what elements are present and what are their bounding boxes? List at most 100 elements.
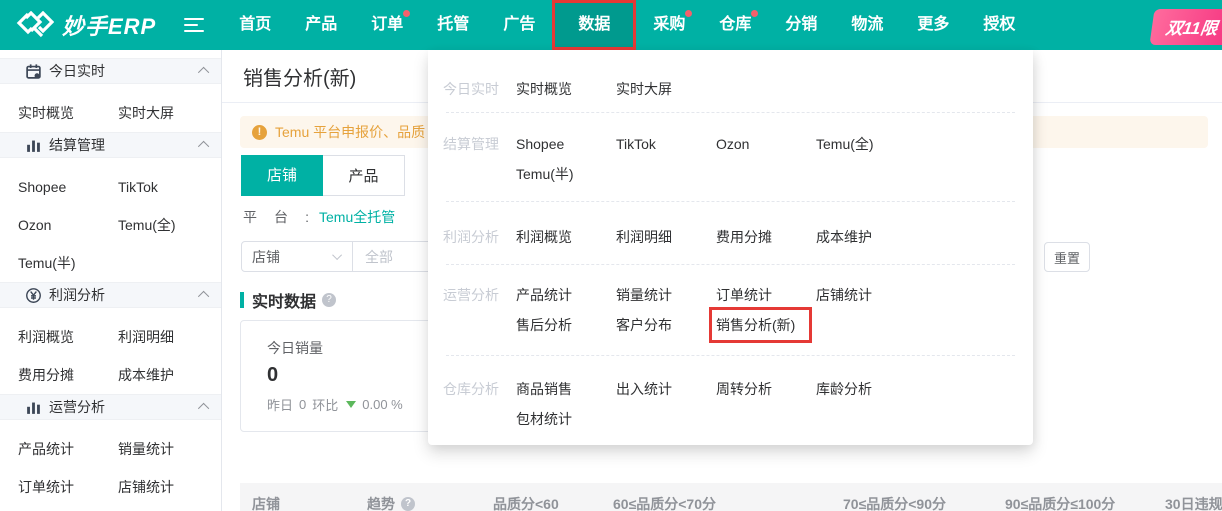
dropdown-group-label: 利润分析 <box>443 229 499 245</box>
yesterday-value: 0 <box>299 397 307 412</box>
sidebar-section-profit[interactable]: 利润分析 <box>0 282 221 308</box>
nav-item-data[interactable]: 数据 <box>552 0 637 50</box>
sidebar-section-settlement[interactable]: 结算管理 <box>0 132 221 158</box>
data-mega-dropdown: 今日实时 实时概览 实时大屏 结算管理 Shopee TikTok Ozon T… <box>428 50 1033 445</box>
warning-icon: ! <box>252 124 267 140</box>
sidebar: 今日实时 实时概览 实时大屏 结算管理 Shopee TikTok Ozon T… <box>0 50 222 511</box>
sidebar-item-cost-maintenance[interactable]: 成本维护 <box>100 365 200 385</box>
notification-dot <box>403 10 411 17</box>
annotation-red-box: 销售分析(新) <box>708 307 813 343</box>
nav-item-home[interactable]: 首页 <box>222 0 288 50</box>
dropdown-group-label: 仓库分析 <box>443 381 499 397</box>
help-icon[interactable]: ? <box>401 497 415 511</box>
menu-item-goods-sales[interactable]: 商品销售 <box>516 374 616 404</box>
col-trend: 趋势 ? <box>367 494 415 511</box>
platform-value-link[interactable]: Temu全托管 <box>319 207 395 227</box>
view-tabs: 店铺 产品 <box>241 155 405 196</box>
yesterday-label: 昨日 <box>267 398 294 413</box>
menu-item-temu-full[interactable]: Temu(全) <box>816 129 916 159</box>
col-quality-70-90: 70≤品质分<90分 <box>843 496 947 511</box>
warning-text: Temu 平台申报价、品质 <box>275 124 426 140</box>
menu-item-cost-allocation[interactable]: 费用分摊 <box>716 222 816 252</box>
platform-row: 平台: Temu全托管 <box>243 207 395 227</box>
sidebar-item-shopee[interactable]: Shopee <box>0 179 100 195</box>
main-nav: 首页 产品 订单 托管 广告 数据 采购 仓库 分销 物流 更多 授权 <box>222 0 1032 50</box>
nav-item-logistics[interactable]: 物流 <box>834 0 900 50</box>
sidebar-item-profit-overview[interactable]: 利润概览 <box>0 327 100 347</box>
col-quality-60-70: 60≤品质分<70分 <box>613 496 717 511</box>
sidebar-item-temu-semi[interactable]: Temu(半) <box>0 253 100 273</box>
dropdown-group-operations: 运营分析 产品统计 销量统计 订单统计 店铺统计 售后分析 客户分布 销售分析(… <box>428 265 1033 355</box>
sidebar-item-temu-full[interactable]: Temu(全) <box>100 215 200 235</box>
menu-item-product-stats[interactable]: 产品统计 <box>516 280 616 310</box>
calendar-clock-icon <box>25 63 42 80</box>
menu-item-shop-stats[interactable]: 店铺统计 <box>816 280 916 310</box>
sidebar-item-realtime-screen[interactable]: 实时大屏 <box>100 103 200 123</box>
menu-item-temu-semi[interactable]: Temu(半) <box>516 159 616 189</box>
sidebar-section-operations[interactable]: 运营分析 <box>0 394 221 420</box>
nav-item-orders[interactable]: 订单 <box>354 0 420 50</box>
menu-item-shopee[interactable]: Shopee <box>516 129 616 159</box>
app-logo[interactable]: 妙手ERP <box>16 9 156 41</box>
nav-item-distribution[interactable]: 分销 <box>768 0 834 50</box>
menu-item-sales-analysis-new[interactable]: 销售分析(新) <box>708 307 816 343</box>
realtime-section-header: 实时数据 ? <box>240 288 337 312</box>
nav-item-products[interactable]: 产品 <box>288 0 354 50</box>
chevron-up-icon <box>197 290 210 303</box>
sidebar-item-product-stats[interactable]: 产品统计 <box>0 439 100 459</box>
nav-item-purchasing[interactable]: 采购 <box>636 0 702 50</box>
menu-toggle-icon[interactable] <box>184 14 205 36</box>
col-quality-lt60: 品质分<60 <box>493 496 559 511</box>
reset-button[interactable]: 重置 <box>1044 242 1090 272</box>
sidebar-item-realtime-overview[interactable]: 实时概览 <box>0 103 100 123</box>
menu-item-packaging-stats[interactable]: 包材统计 <box>516 404 616 434</box>
col-shop: 店铺 <box>252 496 280 511</box>
dropdown-group-label: 今日实时 <box>443 81 499 97</box>
shop-select[interactable]: 店铺 <box>242 247 352 267</box>
nav-item-more[interactable]: 更多 <box>900 0 966 50</box>
menu-item-profit-detail[interactable]: 利润明细 <box>616 222 716 252</box>
tab-product[interactable]: 产品 <box>323 155 405 196</box>
chevron-down-icon <box>332 250 343 261</box>
chevron-up-icon <box>197 66 210 79</box>
sidebar-item-order-stats[interactable]: 订单统计 <box>0 477 100 497</box>
menu-item-ozon[interactable]: Ozon <box>716 129 816 159</box>
menu-item-sales-volume-stats[interactable]: 销量统计 <box>616 280 716 310</box>
menu-item-inout-stats[interactable]: 出入统计 <box>616 374 716 404</box>
tab-shop[interactable]: 店铺 <box>241 155 323 196</box>
menu-item-customer-distribution[interactable]: 客户分布 <box>616 310 716 340</box>
nav-item-warehouse[interactable]: 仓库 <box>702 0 768 50</box>
menu-item-turnover-analysis[interactable]: 周转分析 <box>716 374 816 404</box>
sidebar-item-shop-stats[interactable]: 店铺统计 <box>100 477 200 497</box>
bar-chart-icon <box>25 137 42 154</box>
menu-item-cost-maintenance[interactable]: 成本维护 <box>816 222 916 252</box>
menu-item-tiktok[interactable]: TikTok <box>616 129 716 159</box>
nav-item-ads[interactable]: 广告 <box>486 0 552 50</box>
sidebar-item-ozon[interactable]: Ozon <box>0 217 100 233</box>
chevron-up-icon <box>197 402 210 415</box>
sidebar-item-sales-volume-stats[interactable]: 销量统计 <box>100 439 200 459</box>
sidebar-item-tiktok[interactable]: TikTok <box>100 179 200 195</box>
top-navbar: 妙手ERP 首页 产品 订单 托管 广告 数据 采购 仓库 分销 物流 更多 授… <box>0 0 1222 50</box>
sidebar-item-cost-allocation[interactable]: 费用分摊 <box>0 365 100 385</box>
menu-item-aftersale-analysis[interactable]: 售后分析 <box>516 310 616 340</box>
ratio-label: 环比 <box>312 398 339 413</box>
dropdown-group-settlement: 结算管理 Shopee TikTok Ozon Temu(全) Temu(半) <box>428 113 1033 201</box>
ratio-value: 0.00 % <box>362 397 403 412</box>
page-title: 销售分析(新) <box>243 68 357 90</box>
promo-badge[interactable]: 双11限 <box>1149 9 1222 45</box>
help-icon[interactable]: ? <box>322 293 337 307</box>
notification-dot <box>751 10 759 17</box>
sidebar-section-today-realtime[interactable]: 今日实时 <box>0 58 221 84</box>
menu-item-realtime-overview[interactable]: 实时概览 <box>516 74 616 104</box>
menu-item-stock-age-analysis[interactable]: 库龄分析 <box>816 374 916 404</box>
menu-item-realtime-screen[interactable]: 实时大屏 <box>616 74 716 104</box>
nav-item-authorization[interactable]: 授权 <box>966 0 1032 50</box>
logo-diamonds-icon <box>16 11 54 39</box>
menu-item-profit-overview[interactable]: 利润概览 <box>516 222 616 252</box>
nav-item-hosting[interactable]: 托管 <box>420 0 486 50</box>
triangle-down-icon <box>346 401 357 408</box>
menu-item-order-stats[interactable]: 订单统计 <box>716 280 816 310</box>
quality-table-header: 店铺 趋势 ? 品质分<60 60≤品质分<70分 70≤品质分<90分 90≤… <box>240 483 1222 511</box>
sidebar-item-profit-detail[interactable]: 利润明细 <box>100 327 200 347</box>
